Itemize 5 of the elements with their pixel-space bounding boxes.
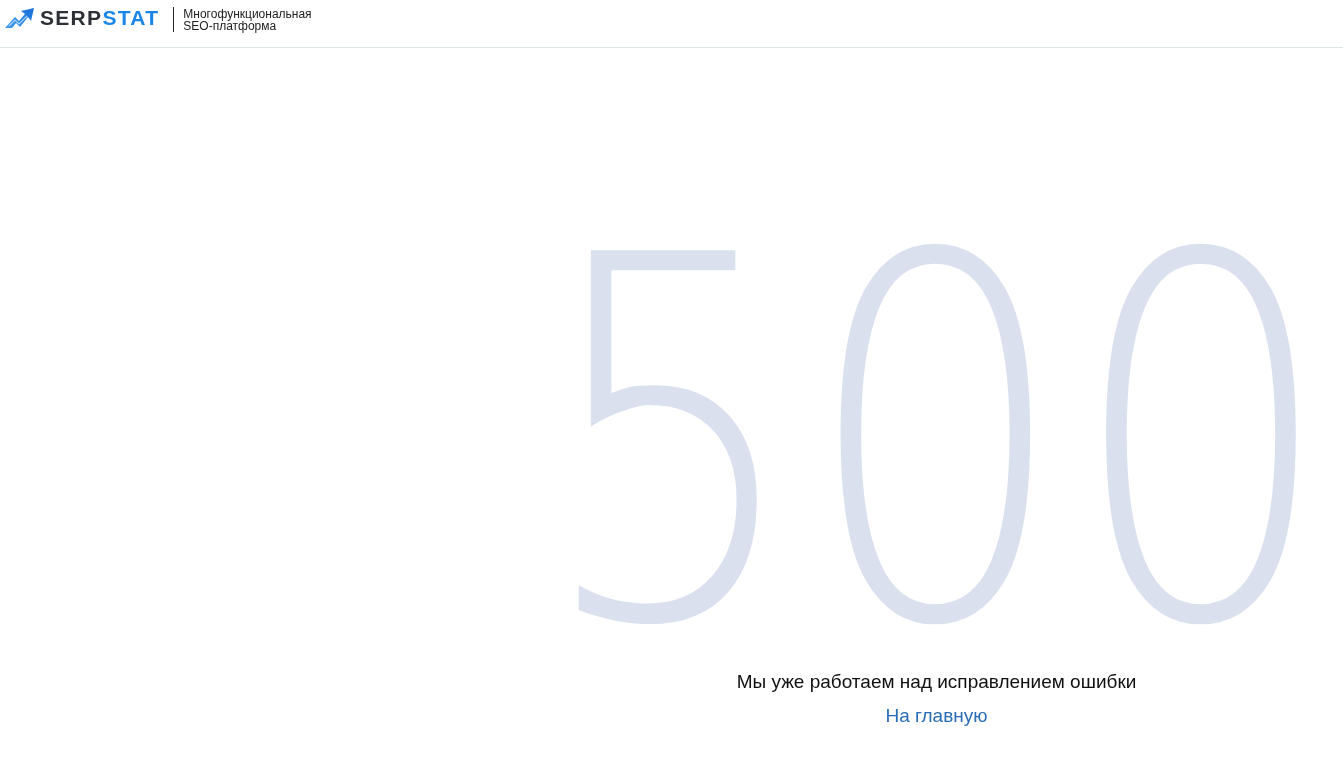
tagline: Многофункциональная SEO-платформа <box>183 7 312 32</box>
error-message: Мы уже работаем над исправлением ошибки <box>736 670 1137 695</box>
logo-link[interactable]: SERPSTAT <box>5 7 160 29</box>
logo-arrow-icon <box>5 8 34 28</box>
home-link[interactable]: На главную <box>885 704 988 729</box>
